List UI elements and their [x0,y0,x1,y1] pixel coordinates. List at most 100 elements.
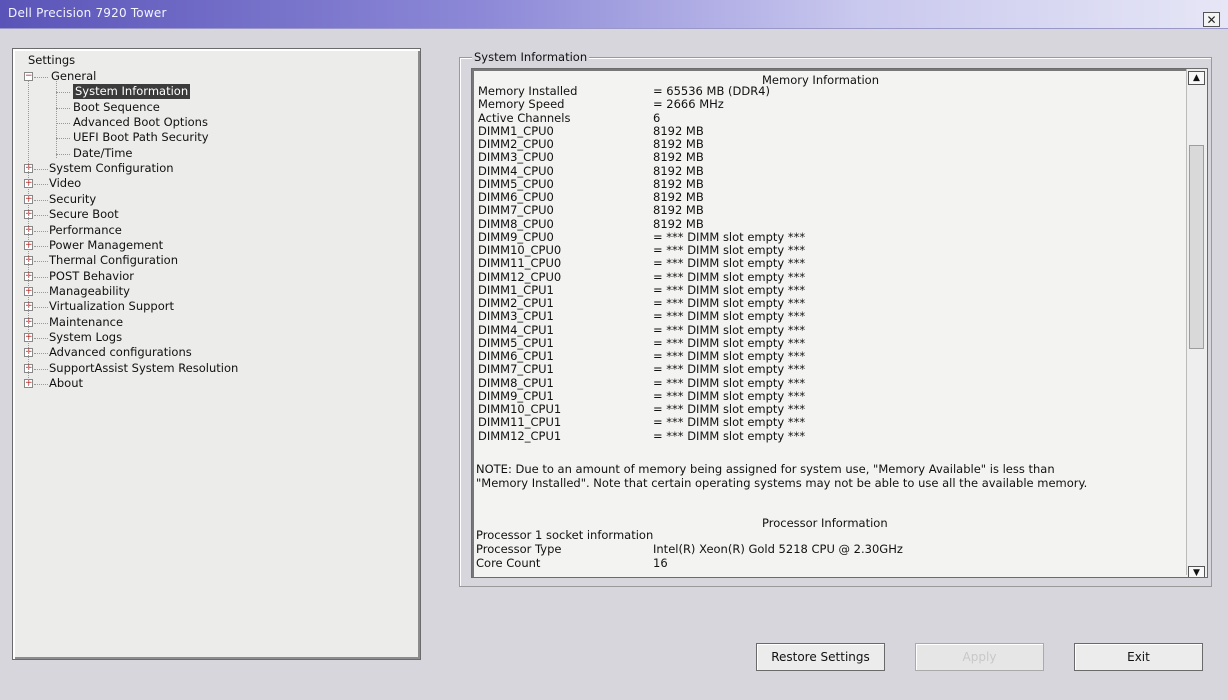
memory-row-label: DIMM7_CPU0 [478,203,554,218]
tree-item-boot-sequence[interactable]: Boot Sequence [73,100,160,115]
memory-row-value: = *** DIMM slot empty *** [653,309,806,324]
tree-connector [34,245,48,247]
memory-row-label: DIMM2_CPU0 [478,137,554,151]
window-title: Dell Precision 7920 Tower [8,6,167,20]
tree-item-manageability[interactable]: Manageability [49,284,130,299]
tree-connector [34,169,48,171]
tree-item-uefi-boot-path-security[interactable]: UEFI Boot Path Security [73,130,209,145]
tree-connector [34,230,48,232]
exit-button[interactable]: Exit [1074,643,1203,671]
memory-row-value: 8192 MB [653,216,704,231]
memory-row-value: = *** DIMM slot empty *** [653,282,806,297]
tree-connector [56,123,70,125]
tree-item-performance[interactable]: Performance [49,223,122,238]
restore-settings-button[interactable]: Restore Settings [756,643,885,671]
memory-row-value: = *** DIMM slot empty *** [653,415,806,430]
processor-heading: Processor Information [762,516,888,530]
tree-item-advanced-boot-options[interactable]: Advanced Boot Options [73,115,208,130]
memory-row-value: = *** DIMM slot empty *** [653,256,806,271]
memory-row-value: 8192 MB [653,190,704,204]
memory-row-label: DIMM9_CPU0 [478,229,554,244]
memory-row-value: = *** DIMM slot empty *** [653,375,806,390]
memory-row-value: 8192 MB [653,203,704,218]
memory-row-value: = *** DIMM slot empty *** [653,243,806,257]
tree-item-maintenance[interactable]: Maintenance [49,315,123,330]
memory-row-label: DIMM7_CPU1 [478,362,554,377]
memory-row-label: DIMM9_CPU1 [478,388,554,403]
tree-item-virtualization-support[interactable]: Virtualization Support [49,299,174,314]
tree-connector [34,291,48,293]
tree-connector [56,138,70,140]
memory-row-value: = *** DIMM slot empty *** [653,322,806,337]
memory-row-value: 6 [653,110,661,125]
tree-item-system-information[interactable]: System Information [73,84,191,100]
scroll-up-button[interactable]: ▲ [1188,71,1205,85]
memory-row-label: DIMM5_CPU0 [478,176,554,191]
memory-row-value: = *** DIMM slot empty *** [653,349,806,363]
tree-item-date-time[interactable]: Date/Time [73,146,133,161]
processor-row-value: 16 [653,556,668,570]
group-legend: System Information [472,50,590,64]
tree-item-about[interactable]: About [49,376,83,391]
tree-item-advanced-configurations[interactable]: Advanced configurations [49,345,192,360]
memory-row-value: = *** DIMM slot empty *** [653,229,806,244]
memory-row-label: DIMM4_CPU1 [478,322,554,337]
tree-item-thermal-configuration[interactable]: Thermal Configuration [49,253,178,268]
memory-row-label: Active Channels [478,110,571,125]
tree-item-security[interactable]: Security [49,192,96,207]
memory-row-value: = *** DIMM slot empty *** [653,362,806,377]
tree-item-general[interactable]: General [51,69,96,84]
tree-root-settings: Settings [28,53,76,67]
memory-row-label: DIMM5_CPU1 [478,335,554,350]
scroll-down-button[interactable]: ▼ [1188,566,1205,577]
memory-row-label: Memory Installed [478,84,578,98]
close-button[interactable]: ✕ [1203,12,1220,27]
tree-connector [34,184,48,186]
memory-row-label: DIMM11_CPU1 [478,415,562,430]
tree-item-video[interactable]: Video [49,176,81,191]
settings-tree: Settings GeneralSystem InformationBoot S… [12,48,421,660]
memory-row-label: DIMM2_CPU1 [478,296,554,310]
tree-connector [34,215,48,217]
memory-row-label: DIMM10_CPU0 [478,243,562,257]
tree-connector [34,77,48,78]
memory-row-value: = *** DIMM slot empty *** [653,402,806,416]
tree-connector [34,353,48,355]
scroll-thumb[interactable] [1189,145,1204,349]
memory-row-value: = *** DIMM slot empty *** [653,428,806,443]
memory-row-label: DIMM3_CPU1 [478,309,554,324]
info-scrollbar[interactable]: ▲ ▼ [1186,69,1207,577]
tree-item-post-behavior[interactable]: POST Behavior [49,269,134,284]
tree-item-system-logs[interactable]: System Logs [49,330,122,345]
processor-row-label: Core Count [476,556,541,570]
apply-button[interactable]: Apply [915,643,1044,671]
memory-row-label: DIMM4_CPU0 [478,163,554,178]
memory-heading: Memory Information [762,73,879,87]
memory-row-value: = 65536 MB (DDR4) [653,84,770,98]
tree-item-power-management[interactable]: Power Management [49,238,163,253]
tree-connector [34,337,48,339]
tree-connector [28,81,29,388]
memory-row-value: 8192 MB [653,137,704,151]
memory-row-label: DIMM6_CPU0 [478,190,554,204]
tree-item-supportassist-system-resolution[interactable]: SupportAssist System Resolution [49,361,238,376]
memory-row-label: DIMM12_CPU1 [478,428,562,443]
memory-row-value: = *** DIMM slot empty *** [653,388,806,403]
tree-item-system-configuration[interactable]: System Configuration [49,161,174,176]
memory-row-value: 8192 MB [653,123,704,138]
memory-row-label: DIMM12_CPU0 [478,269,562,284]
memory-row-value: 8192 MB [653,163,704,178]
memory-row-value: = *** DIMM slot empty *** [653,269,806,284]
memory-row-value: = *** DIMM slot empty *** [653,335,806,350]
tree-item-secure-boot[interactable]: Secure Boot [49,207,119,222]
processor-row-label: Processor Type [476,542,562,556]
collapse-icon[interactable] [24,72,33,81]
title-bar: Dell Precision 7920 Tower ✕ [0,0,1228,29]
tree-connector [56,153,70,155]
processor-row-value: Intel(R) Xeon(R) Gold 5218 CPU @ 2.30GHz [653,542,903,556]
memory-row-label: DIMM3_CPU0 [478,150,554,165]
tree-connector [34,261,48,263]
memory-row-label: DIMM6_CPU1 [478,349,554,363]
info-panel: Memory Information NOTE: Due to an amoun… [471,68,1208,578]
memory-row-label: DIMM1_CPU1 [478,282,554,297]
